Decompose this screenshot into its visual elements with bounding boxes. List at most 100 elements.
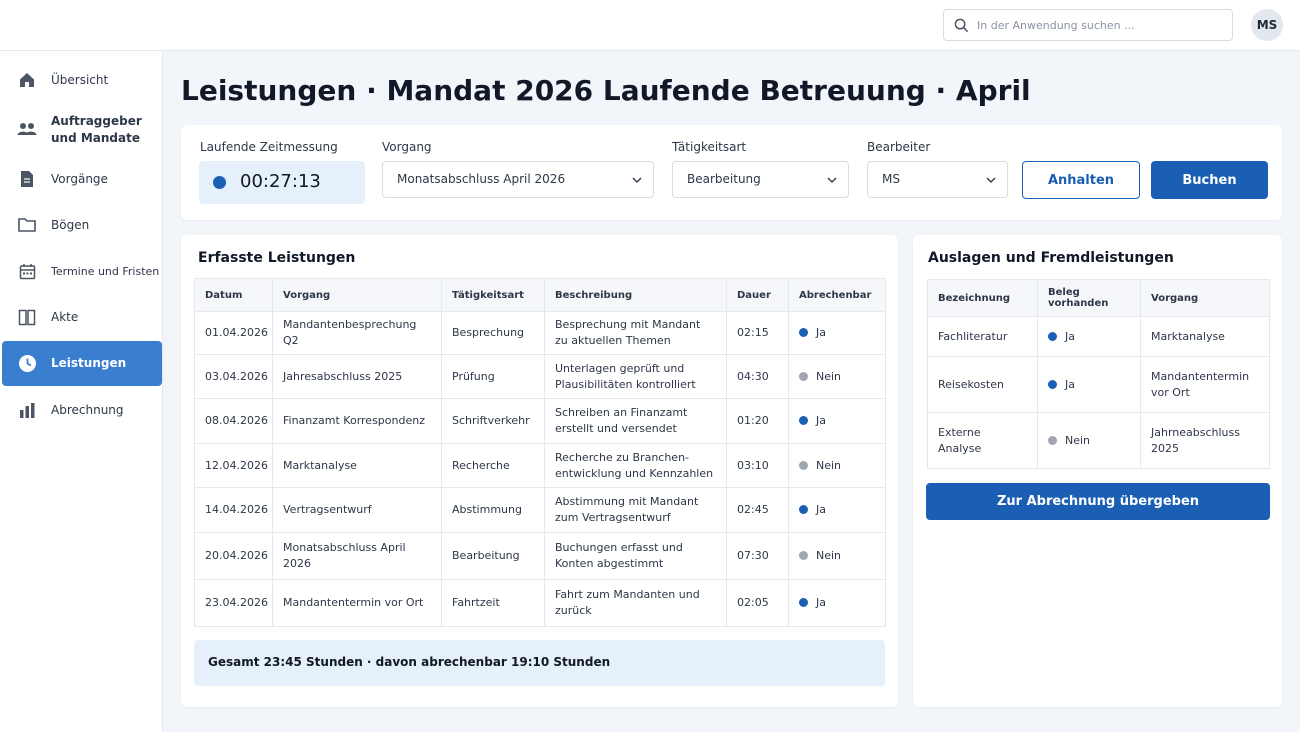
taetigkeit-select[interactable]: Bearbeitung [672, 161, 849, 198]
column-header: Abrechenbar [788, 278, 886, 312]
sidebar-item-label: Termine und Fristen [51, 265, 160, 278]
sidebar-item-label: Auftraggeber und Mandate [51, 114, 142, 145]
taetigkeit-cell: Besprechung [441, 311, 545, 355]
beschreibung-cell: Unterlagen geprüft und Plausibilitäten k… [544, 354, 727, 399]
status-dot-icon [1048, 435, 1057, 445]
table-row[interactable]: 08.04.2026 Finanzamt Korrespondenz Schrift… [194, 398, 886, 444]
bearbeiter-select[interactable]: MS [867, 161, 1008, 198]
sidebar-item-boegen[interactable]: Bögen [2, 207, 162, 243]
status-dot-icon [799, 598, 808, 607]
total-summary: Gesamt 23:45 Stunden · davon abrechenbar… [194, 640, 885, 686]
sidebar-item-label: Vorgänge [51, 172, 108, 186]
abrechenbar-cell: Ja [788, 311, 886, 355]
vorgang-cell: Marktanalyse [272, 443, 442, 488]
table-row[interactable]: 01.04.2026 Mandantenbesprechung Q2 Besprec… [194, 311, 886, 355]
expenses-title: Auslagen und Fremdleistungen [928, 250, 1174, 266]
dauer-cell: 02:15 [726, 311, 789, 355]
sidebar: Übersicht Auftraggeber und Mandate Vorgä… [0, 51, 163, 732]
status-dot-icon [1048, 331, 1057, 341]
recording-dot-icon [213, 176, 226, 189]
bearbeiter-select-value: MS [882, 172, 900, 186]
table-row[interactable]: Reisekosten Ja Mandantentermin vor Ort [927, 356, 1270, 413]
table-row[interactable]: Fachliteratur Ja Marktanalyse [927, 316, 1270, 357]
dauer-cell: 01:20 [726, 398, 789, 444]
page-title: Leistungen · Mandat 2026 Laufende Betreu… [181, 74, 1031, 107]
chevron-down-icon [827, 177, 837, 184]
column-header: Beschreibung [544, 278, 727, 312]
date-cell: 23.04.2026 [194, 579, 273, 627]
abrechenbar-text: Ja [816, 596, 826, 609]
beschreibung-cell: Abstimmung mit Mandant zum Vertragsentwu… [544, 487, 727, 533]
sidebar-item-label: Leistungen [51, 356, 127, 370]
table-row[interactable]: 12.04.2026 Marktanalyse Recherche Recherche… [194, 443, 886, 488]
abrechenbar-text: Nein [816, 369, 842, 383]
sidebar-item-leistungen[interactable]: Leistungen [2, 341, 162, 386]
abrechenbar-text: Nein [816, 458, 842, 472]
column-header: Datum [194, 278, 273, 312]
abrechenbar-text: Ja [816, 326, 826, 339]
table-row[interactable]: 23.04.2026 Mandantentermin vor Ort Fahrtze… [194, 579, 886, 627]
bezeichnung-cell: Externe Analyse [927, 412, 1038, 469]
taetigkeit-cell: Bearbeitung [441, 532, 545, 580]
running-timer: 00:27:13 [199, 161, 365, 204]
top-bar: MS [0, 0, 1300, 51]
date-cell: 03.04.2026 [194, 354, 273, 399]
vorgang-cell: Mandantentermin vor Ort [1140, 356, 1270, 413]
table-row[interactable]: Externe Analyse Nein Jahrneabschluss 2025 [927, 412, 1270, 469]
vorgang-cell: Marktanalyse [1140, 316, 1270, 357]
services-title: Erfasste Leistungen [198, 250, 356, 266]
abrechenbar-cell: Ja [788, 579, 886, 627]
taetigkeit-cell: Prüfung [441, 354, 545, 399]
folder-icon [17, 215, 37, 235]
sidebar-item-vorgaenge[interactable]: Vorgänge [2, 161, 162, 197]
taetigkeit-cell: Recherche [441, 443, 545, 488]
search-box[interactable] [943, 9, 1233, 41]
vorgang-cell: Monatsabschluss April 2026 [272, 532, 442, 580]
abrechenbar-cell: Nein [788, 354, 886, 399]
date-cell: 20.04.2026 [194, 532, 273, 580]
dauer-cell: 04:30 [726, 354, 789, 399]
sidebar-item-label: Abrechnung [51, 403, 124, 417]
sidebar-item-auftraggeber[interactable]: Auftraggeber und Mandate [2, 108, 162, 150]
beschreibung-cell: Besprechung mit Mandant zu aktuellen The… [544, 311, 727, 355]
sidebar-item-label: Akte [51, 310, 79, 324]
date-cell: 08.04.2026 [194, 398, 273, 444]
table-header-row: Bezeichnung Beleg vorhanden Vorgang [927, 279, 1270, 317]
pause-button[interactable]: Anhalten [1022, 161, 1140, 199]
vorgang-select[interactable]: Monatsabschluss April 2026 [382, 161, 654, 198]
beschreibung-cell: Fahrt zum Mandanten und zurück [544, 579, 727, 627]
dauer-cell: 02:05 [726, 579, 789, 627]
beleg-cell: Ja [1037, 316, 1141, 357]
table-row[interactable]: 14.04.2026 Vertragsentwurf Abstimmung Absti… [194, 487, 886, 533]
table-row[interactable]: 20.04.2026 Monatsabschluss April 2026 Bear… [194, 532, 886, 580]
beleg-text: Ja [1065, 329, 1075, 343]
taetigkeit-select-value: Bearbeitung [687, 172, 761, 186]
date-cell: 12.04.2026 [194, 443, 273, 488]
beschreibung-cell: Schreiben an Finanzamt erstellt und vers… [544, 398, 727, 444]
sidebar-item-termine[interactable]: Termine und Fristen [2, 253, 162, 289]
bezeichnung-cell: Fachliteratur [927, 316, 1038, 357]
dauer-cell: 07:30 [726, 532, 789, 580]
chevron-down-icon [986, 177, 996, 184]
table-row[interactable]: 03.04.2026 Jahresabschluss 2025 Prüfung Unt… [194, 354, 886, 399]
abrechenbar-text: Ja [816, 414, 826, 427]
status-dot-icon [799, 551, 808, 560]
vorgang-select-value: Monatsabschluss April 2026 [397, 172, 566, 186]
sidebar-item-uebersicht[interactable]: Übersicht [2, 62, 162, 98]
abrechenbar-text: Ja [816, 503, 826, 516]
bezeichnung-cell: Reisekosten [927, 356, 1038, 413]
search-input[interactable] [977, 18, 1217, 32]
sidebar-item-label: Übersicht [51, 73, 109, 87]
services-table: Datum Vorgang Tätigkeitsart Beschreibung… [194, 278, 886, 627]
book-button[interactable]: Buchen [1151, 161, 1268, 199]
sidebar-item-abrechnung[interactable]: Abrechnung [2, 392, 162, 428]
submit-to-billing-button[interactable]: Zur Abrechnung übergeben [926, 483, 1270, 520]
status-dot-icon [799, 416, 808, 425]
vorgang-cell: Mandantenbesprechung Q2 [272, 311, 442, 355]
table-header-row: Datum Vorgang Tätigkeitsart Beschreibung… [194, 278, 886, 312]
bar-chart-icon [17, 400, 37, 420]
sidebar-item-akte[interactable]: Akte [2, 299, 162, 335]
column-header: Bezeichnung [927, 279, 1038, 317]
dauer-cell: 02:45 [726, 487, 789, 533]
avatar[interactable]: MS [1251, 9, 1283, 41]
